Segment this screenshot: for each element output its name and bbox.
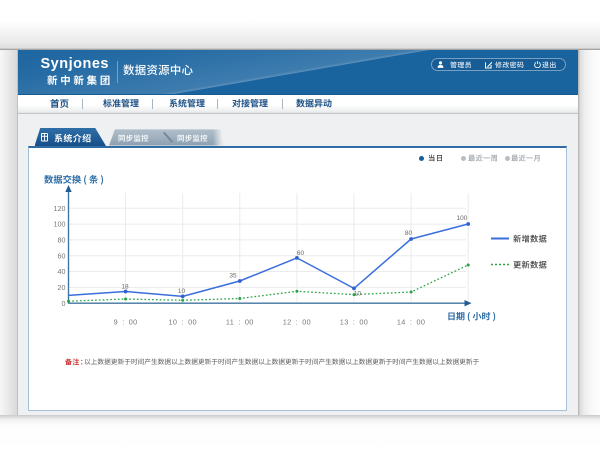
svg-text:60: 60: [297, 250, 305, 257]
svg-text:18: 18: [121, 283, 129, 290]
svg-text:35: 35: [229, 273, 237, 280]
svg-text:60: 60: [58, 251, 66, 260]
svg-text:13 : 00: 13 : 00: [340, 318, 368, 327]
svg-text:9 : 00: 9 : 00: [114, 318, 138, 327]
svg-text:12 : 00: 12 : 00: [283, 318, 311, 327]
svg-text:10: 10: [178, 288, 186, 295]
svg-text:40: 40: [58, 267, 66, 276]
svg-text:20: 20: [58, 283, 66, 292]
svg-text:80: 80: [405, 230, 413, 237]
svg-text:80: 80: [58, 236, 66, 245]
svg-text:11 : 00: 11 : 00: [226, 318, 254, 327]
svg-text:120: 120: [54, 204, 66, 213]
svg-text:0: 0: [62, 299, 66, 308]
svg-text:14 : 00: 14 : 00: [397, 318, 425, 327]
svg-text:100: 100: [457, 215, 468, 222]
svg-text:10 : 00: 10 : 00: [169, 318, 197, 327]
svg-text:100: 100: [54, 220, 66, 229]
svg-text:10: 10: [354, 291, 362, 298]
